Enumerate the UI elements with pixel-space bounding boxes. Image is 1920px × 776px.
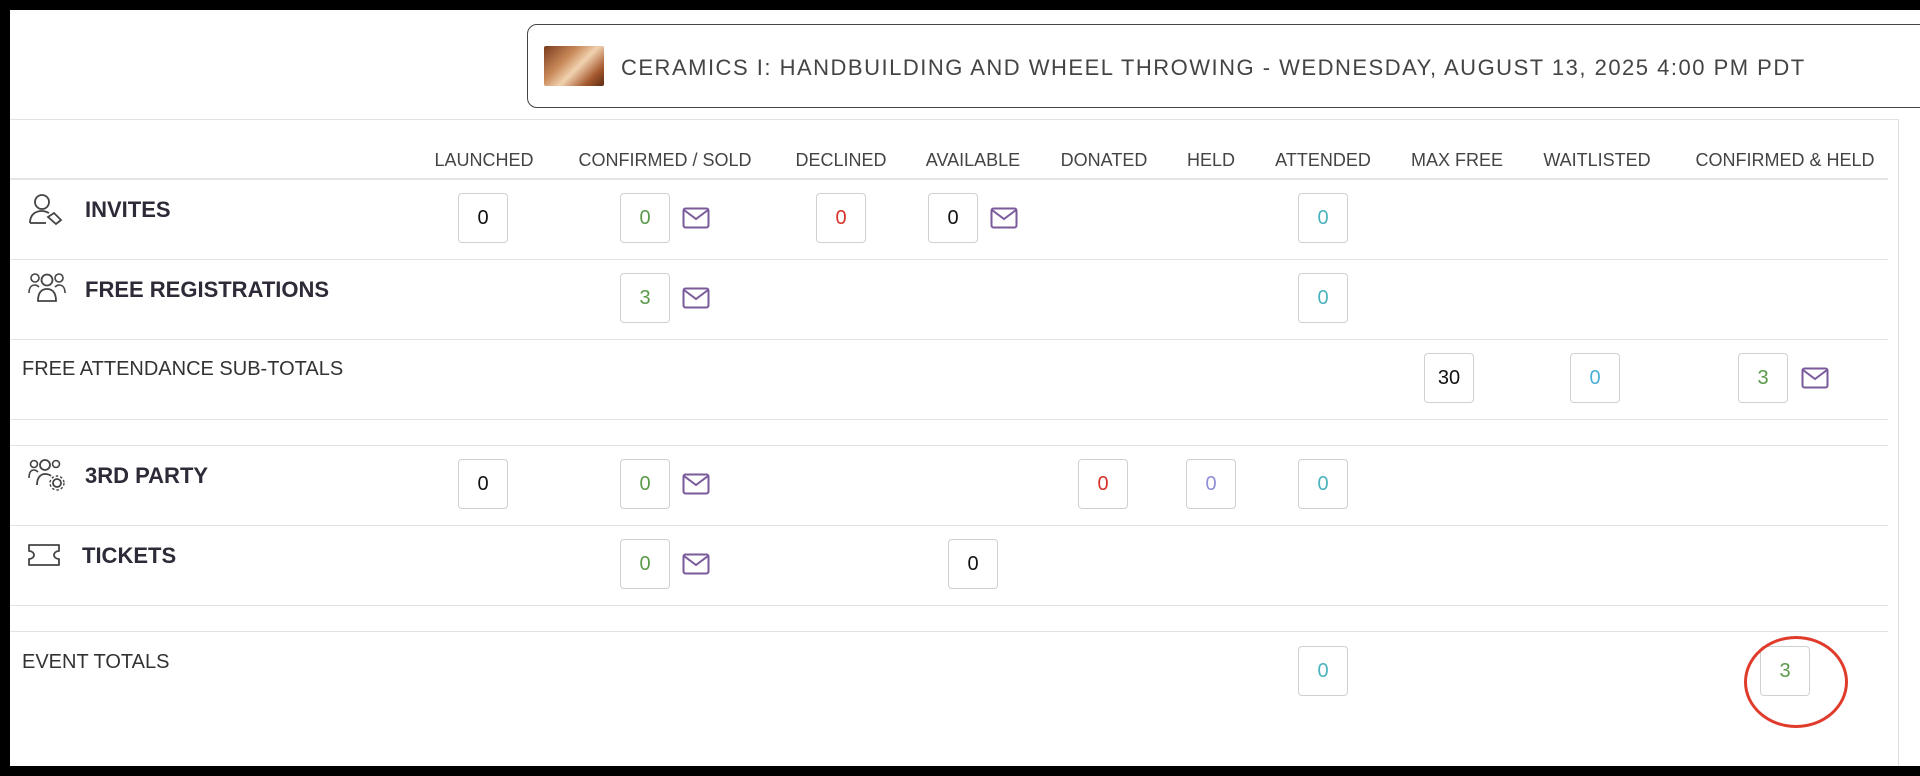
email-icon[interactable] [990, 207, 1018, 229]
subtotals-max-free-value[interactable]: 30 [1424, 353, 1474, 403]
row-divider [10, 525, 1888, 526]
subtotals-confirmed-held-value[interactable]: 3 [1738, 353, 1788, 403]
event-thumbnail [544, 46, 604, 86]
invites-declined-value[interactable]: 0 [816, 193, 866, 243]
free-registrations-confirmed-value[interactable]: 3 [620, 273, 670, 323]
col-confirmed-sold: CONFIRMED / SOLD [578, 150, 752, 170]
third-party-launched-value[interactable]: 0 [458, 459, 508, 509]
third-party-confirmed-value[interactable]: 0 [620, 459, 670, 509]
email-icon[interactable] [682, 287, 710, 309]
invites-available-value[interactable]: 0 [928, 193, 978, 243]
report-canvas: CERAMICS I: HANDBUILDING AND WHEEL THROW… [10, 10, 1920, 766]
free-registrations-attended-value[interactable]: 0 [1298, 273, 1348, 323]
users-gear-icon [28, 459, 65, 491]
col-waitlisted: WAITLISTED [1543, 150, 1651, 170]
col-held: HELD [1186, 150, 1236, 170]
row-divider [10, 419, 1888, 420]
tickets-available-value[interactable]: 0 [948, 539, 998, 589]
row-label-tickets: TICKETS [82, 543, 177, 568]
email-icon[interactable] [682, 207, 710, 229]
row-label-event-totals: EVENT TOTALS [22, 651, 170, 673]
col-attended: ATTENDED [1275, 150, 1371, 170]
third-party-attended-value[interactable]: 0 [1298, 459, 1348, 509]
subtotals-waitlisted-value[interactable]: 0 [1570, 353, 1620, 403]
users-group-icon [28, 273, 66, 302]
email-icon[interactable] [682, 553, 710, 575]
user-tag-icon [29, 194, 63, 225]
third-party-held-value[interactable]: 0 [1186, 459, 1236, 509]
tickets-confirmed-value[interactable]: 0 [620, 539, 670, 589]
invites-confirmed-value[interactable]: 0 [620, 193, 670, 243]
row-label-free-registrations: FREE REGISTRATIONS [85, 277, 330, 302]
invites-launched-value[interactable]: 0 [458, 193, 508, 243]
event-totals-attended-value[interactable]: 0 [1298, 646, 1348, 696]
highlight-circle [1744, 636, 1848, 728]
row-divider [10, 445, 1888, 446]
third-party-donated-value[interactable]: 0 [1078, 459, 1128, 509]
ticket-icon [28, 544, 60, 566]
event-title: CERAMICS I: HANDBUILDING AND WHEEL THROW… [621, 55, 1806, 80]
invites-attended-value[interactable]: 0 [1298, 193, 1348, 243]
row-divider [10, 631, 1888, 632]
row-label-3rd-party: 3RD PARTY [85, 463, 209, 488]
col-donated: DONATED [1060, 150, 1148, 170]
col-available: AVAILABLE [925, 150, 1021, 170]
col-max-free: MAX FREE [1410, 150, 1504, 170]
row-label-free-subtotals: FREE ATTENDANCE SUB-TOTALS [22, 358, 344, 380]
email-icon[interactable] [1801, 367, 1829, 389]
event-header: CERAMICS I: HANDBUILDING AND WHEEL THROW… [527, 24, 1920, 108]
row-divider [10, 339, 1888, 340]
row-divider [10, 605, 1888, 606]
row-divider [10, 259, 1888, 260]
header-divider [10, 178, 1888, 180]
col-confirmed-held: CONFIRMED & HELD [1695, 150, 1875, 170]
row-label-invites: INVITES [85, 197, 171, 222]
email-icon[interactable] [682, 473, 710, 495]
col-launched: LAUNCHED [434, 150, 534, 170]
col-declined: DECLINED [795, 150, 887, 170]
